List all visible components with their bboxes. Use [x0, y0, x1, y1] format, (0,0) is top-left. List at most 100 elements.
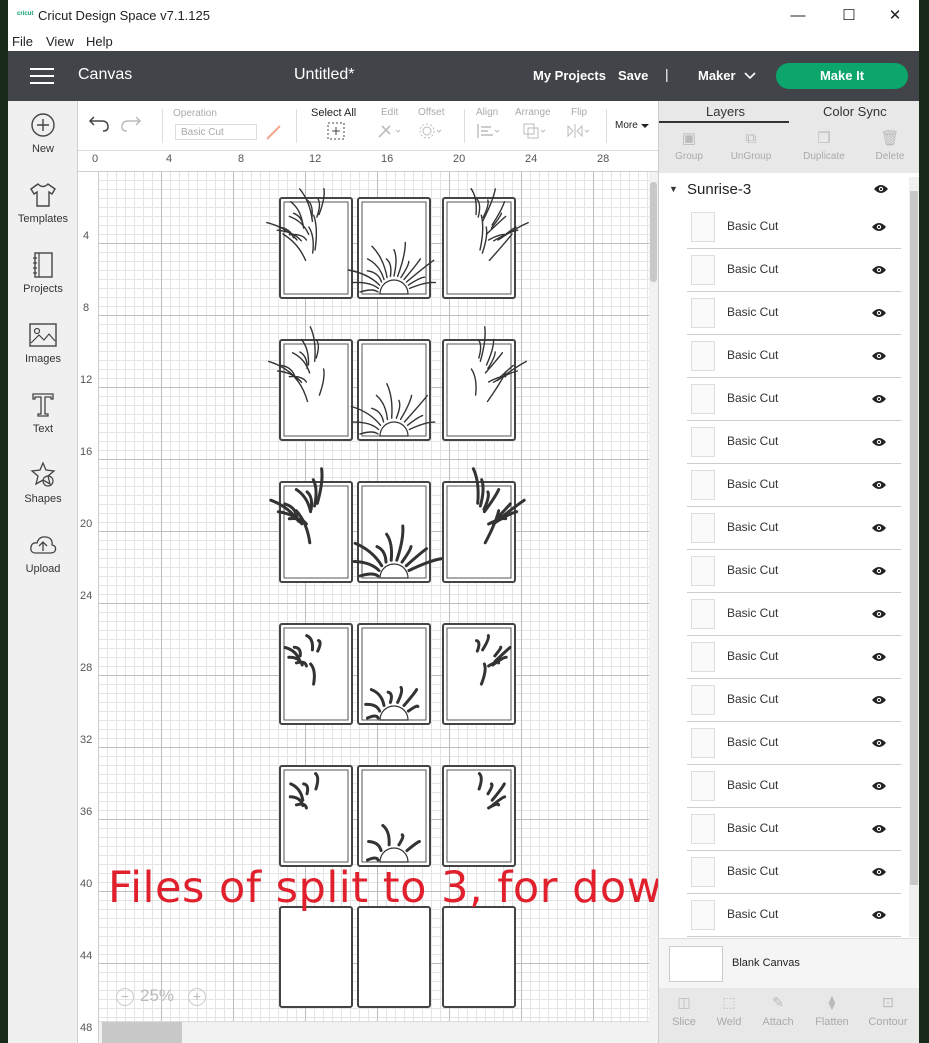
caret-down-icon[interactable] — [641, 121, 649, 132]
menu-bar: File View Help — [8, 32, 919, 51]
my-projects-button[interactable]: My Projects — [533, 68, 606, 83]
layer-thumbnail — [691, 255, 715, 285]
pen-icon[interactable] — [264, 123, 284, 144]
undo-icon[interactable] — [88, 113, 110, 136]
eye-icon[interactable] — [871, 908, 887, 926]
zoom-out-button[interactable]: − — [116, 988, 134, 1006]
eye-icon[interactable] — [871, 736, 887, 754]
operation-select[interactable]: Basic Cut — [175, 124, 257, 140]
layer-row[interactable]: Basic Cut — [687, 206, 901, 249]
layer-name: Basic Cut — [727, 348, 779, 362]
zoom-in-button[interactable]: + — [188, 988, 206, 1006]
document-title: Untitled* — [294, 66, 355, 83]
layer-thumbnail — [691, 900, 715, 930]
eye-icon[interactable] — [871, 693, 887, 711]
eye-icon[interactable] — [871, 865, 887, 883]
layer-row[interactable]: Basic Cut — [687, 550, 901, 593]
layer-row[interactable]: Basic Cut — [687, 894, 901, 937]
eye-icon[interactable] — [871, 435, 887, 453]
hamburger-menu-icon[interactable] — [30, 68, 54, 84]
layer-row[interactable]: Basic Cut — [687, 593, 901, 636]
save-button[interactable]: Save — [618, 68, 648, 83]
sidebar-item-images[interactable]: Images — [8, 319, 78, 379]
layer-group-row[interactable]: ▼ Sunrise-3 — [663, 176, 913, 206]
slice-button[interactable]: ◫ Slice — [659, 994, 709, 1028]
layer-thumbnail — [691, 212, 715, 242]
cut-leaf — [366, 856, 380, 862]
layer-row[interactable]: Basic Cut — [687, 851, 901, 894]
align-icon[interactable] — [476, 122, 502, 143]
layer-row[interactable]: Basic Cut — [687, 722, 901, 765]
sidebar-item-shapes[interactable]: Shapes — [8, 459, 78, 519]
eye-icon[interactable] — [871, 650, 887, 668]
eye-icon[interactable] — [871, 607, 887, 625]
eye-icon[interactable] — [871, 478, 887, 496]
menu-help[interactable]: Help — [86, 34, 113, 49]
contour-button[interactable]: ⊡ Contour — [863, 994, 913, 1028]
eye-icon[interactable] — [871, 263, 887, 281]
sidebar-item-new[interactable]: New — [8, 109, 78, 169]
menu-file[interactable]: File — [12, 34, 33, 49]
attach-button[interactable]: ✎ Attach — [753, 994, 803, 1028]
layer-row[interactable]: Basic Cut — [687, 507, 901, 550]
maximize-button[interactable]: ☐ — [827, 2, 871, 30]
select-all-icon[interactable] — [327, 122, 345, 143]
layer-name: Basic Cut — [727, 477, 779, 491]
group-icon: ▣ — [681, 130, 697, 147]
more-button[interactable]: More — [615, 120, 638, 131]
delete-button[interactable]: 🗑 Delete — [860, 129, 919, 162]
align-label: Align — [476, 107, 499, 118]
layer-row[interactable]: Basic Cut — [687, 292, 901, 335]
eye-icon[interactable] — [871, 779, 887, 797]
machine-select[interactable]: Maker — [698, 68, 736, 83]
layer-thumbnail — [691, 814, 715, 844]
canvas-horizontal-scrollbar[interactable] — [99, 1021, 649, 1043]
layer-row[interactable]: Basic Cut — [687, 335, 901, 378]
layer-thumbnail — [691, 384, 715, 414]
arrange-icon[interactable] — [522, 122, 548, 143]
sidebar-item-projects[interactable]: Projects — [8, 249, 78, 309]
layers-scrollbar[interactable] — [909, 177, 919, 937]
blank-canvas-row[interactable]: Blank Canvas — [659, 938, 919, 988]
layer-row[interactable]: Basic Cut — [687, 421, 901, 464]
layer-row[interactable]: Basic Cut — [687, 765, 901, 808]
edit-icon[interactable] — [376, 122, 402, 143]
eye-icon[interactable] — [871, 220, 887, 238]
sidebar-item-upload[interactable]: Upload — [8, 529, 78, 589]
eye-icon[interactable] — [871, 822, 887, 840]
minimize-button[interactable]: — — [776, 2, 820, 30]
tab-color-sync[interactable]: Color Sync — [823, 104, 887, 119]
close-button[interactable]: ✕ — [873, 2, 917, 30]
cut-panel — [442, 765, 516, 867]
chevron-down-icon[interactable] — [744, 68, 756, 83]
eye-icon[interactable] — [871, 564, 887, 582]
layer-row[interactable]: Basic Cut — [687, 679, 901, 722]
tab-layers[interactable]: Layers — [706, 104, 745, 119]
layer-row[interactable]: Basic Cut — [687, 808, 901, 851]
collapse-caret-icon[interactable]: ▼ — [669, 184, 678, 194]
sidebar-item-templates[interactable]: Templates — [8, 179, 78, 239]
group-button[interactable]: ▣ Group — [659, 129, 719, 162]
layers-panel: Layers Color Sync ▣ Group ⧉ UnGroup ❐ Dupli… — [658, 101, 919, 1043]
layer-thumbnail — [691, 642, 715, 672]
layer-row[interactable]: Basic Cut — [687, 378, 901, 421]
menu-view[interactable]: View — [46, 34, 74, 49]
duplicate-button[interactable]: ❐ Duplicate — [794, 129, 854, 162]
ungroup-button[interactable]: ⧉ UnGroup — [721, 129, 781, 162]
make-it-button[interactable]: Make It — [776, 63, 908, 89]
layer-row[interactable]: Basic Cut — [687, 636, 901, 679]
layer-row[interactable]: Basic Cut — [687, 249, 901, 292]
flatten-button[interactable]: ⧫ Flatten — [807, 994, 857, 1028]
sidebar-item-text[interactable]: Text — [8, 389, 78, 449]
eye-icon[interactable] — [871, 392, 887, 410]
redo-icon[interactable] — [120, 113, 142, 136]
flip-icon[interactable] — [566, 122, 592, 143]
layer-row[interactable]: Basic Cut — [687, 464, 901, 507]
eye-icon[interactable] — [873, 182, 889, 200]
offset-icon[interactable] — [418, 122, 444, 143]
eye-icon[interactable] — [871, 349, 887, 367]
eye-icon[interactable] — [871, 521, 887, 539]
weld-button[interactable]: ⬚ Weld — [704, 994, 754, 1028]
eye-icon[interactable] — [871, 306, 887, 324]
select-all-label[interactable]: Select All — [311, 107, 356, 119]
